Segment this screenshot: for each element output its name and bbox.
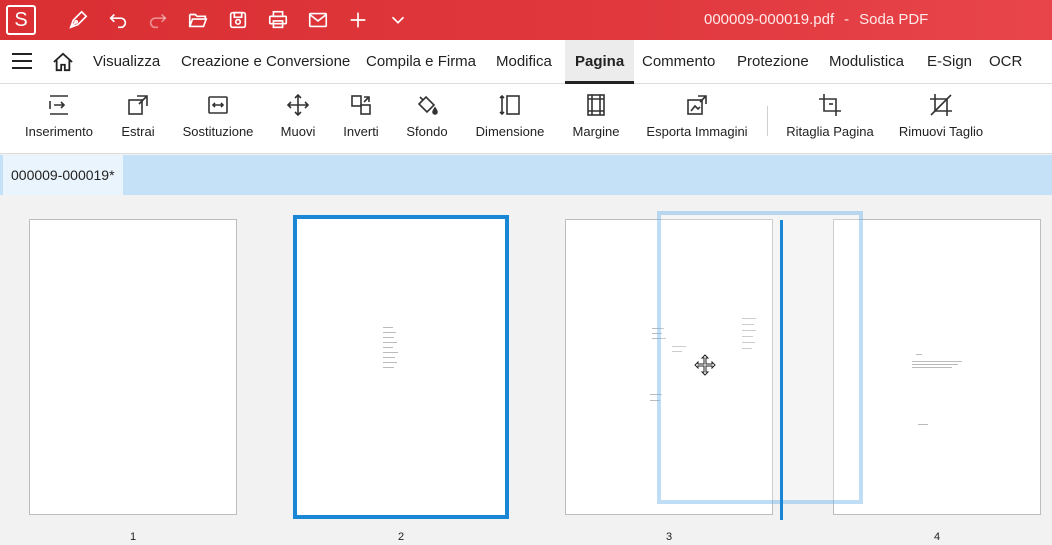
document-name: 000009-000019.pdf <box>704 11 835 28</box>
extract-icon <box>128 95 148 115</box>
insert-button[interactable]: Inserimento <box>22 90 96 150</box>
margin-label: Margine <box>572 124 620 139</box>
remove-crop-icon <box>930 94 952 116</box>
move-cursor-icon <box>694 354 716 376</box>
replace-button[interactable]: Sostituzione <box>180 90 256 150</box>
menu-pagina[interactable]: Pagina <box>565 40 635 84</box>
home-icon[interactable] <box>52 52 74 72</box>
insert-label: Inserimento <box>25 124 93 139</box>
dimension-icon <box>499 94 520 116</box>
menu-creazione-conversione[interactable]: Creazione e Conversione <box>181 40 350 84</box>
page-number: 1 <box>129 531 137 543</box>
save-icon[interactable] <box>225 8 251 32</box>
page-number: 2 <box>397 531 405 543</box>
page-thumbnail-2[interactable] <box>293 215 509 519</box>
margin-icon <box>587 94 605 116</box>
dimension-button[interactable]: Dimensione <box>474 90 546 150</box>
title-separator: - <box>844 11 850 28</box>
app-logo[interactable]: S <box>6 5 36 35</box>
menu-commento[interactable]: Commento <box>642 40 715 84</box>
page-thumbnail-1[interactable] <box>29 219 237 515</box>
menu-modifica[interactable]: Modifica <box>496 40 552 84</box>
window-title: 000009-000019.pdf - Soda PDF <box>704 11 928 28</box>
plus-icon[interactable] <box>345 8 371 32</box>
move-label: Muovi <box>280 124 316 139</box>
menu-e-sign[interactable]: E-Sign <box>927 40 972 84</box>
menu-modulistica[interactable]: Modulistica <box>829 40 904 84</box>
extract-button[interactable]: Estrai <box>118 90 158 150</box>
page-number: 3 <box>665 531 673 543</box>
page-thumbnail-4[interactable] <box>833 219 1041 515</box>
move-button[interactable]: Muovi <box>278 90 318 150</box>
crop-page-label: Ritaglia Pagina <box>786 124 874 139</box>
invert-button[interactable]: Inverti <box>340 90 382 150</box>
ribbon-toolbar: Inserimento Estrai Sostituzione Muovi In… <box>0 84 1052 154</box>
remove-crop-label: Rimuovi Taglio <box>898 124 984 139</box>
export-images-label: Esporta Immagini <box>646 124 748 139</box>
drop-insertion-marker <box>780 220 783 520</box>
export-images-icon <box>687 95 707 115</box>
menu-protezione[interactable]: Protezione <box>737 40 809 84</box>
menu-compila-firma[interactable]: Compila e Firma <box>366 40 476 84</box>
chevron-down-icon[interactable] <box>385 8 411 32</box>
menu-visualizza[interactable]: Visualizza <box>93 40 160 84</box>
background-label: Sfondo <box>406 124 448 139</box>
paint-bucket-icon <box>417 95 438 115</box>
insert-icon <box>49 95 68 115</box>
dimension-label: Dimensione <box>475 124 545 139</box>
invert-icon <box>351 95 371 115</box>
crop-page-button[interactable]: Ritaglia Pagina <box>786 90 874 150</box>
replace-label: Sostituzione <box>182 124 254 139</box>
mail-icon[interactable] <box>305 8 331 32</box>
document-tab[interactable]: 000009-000019* <box>3 155 123 195</box>
page-number: 4 <box>933 531 941 543</box>
crop-icon <box>819 94 841 116</box>
redo-icon[interactable] <box>145 8 171 32</box>
ribbon-separator <box>767 106 768 136</box>
hamburger-menu-icon[interactable] <box>12 53 32 69</box>
app-name: Soda PDF <box>859 11 929 28</box>
margin-button[interactable]: Margine <box>570 90 622 150</box>
title-bar: S 000009-000019.pdf - Soda PDF <box>0 0 1052 40</box>
page-thumbnails-area: 1 2 3 4 <box>0 195 1052 545</box>
pen-icon[interactable] <box>65 8 91 32</box>
background-button[interactable]: Sfondo <box>404 90 450 150</box>
logo-letter: S <box>14 8 28 31</box>
export-images-button[interactable]: Esporta Immagini <box>645 90 749 150</box>
replace-icon <box>208 96 228 114</box>
invert-label: Inverti <box>343 124 379 139</box>
open-folder-icon[interactable] <box>185 8 211 32</box>
menu-ocr[interactable]: OCR <box>989 40 1022 84</box>
remove-crop-button[interactable]: Rimuovi Taglio <box>898 90 984 150</box>
extract-label: Estrai <box>121 124 155 139</box>
drag-ghost-page <box>657 211 863 504</box>
menu-bar: Visualizza Creazione e Conversione Compi… <box>0 40 1052 84</box>
document-tab-strip: 000009-000019* <box>0 155 1052 195</box>
print-icon[interactable] <box>265 8 291 32</box>
undo-icon[interactable] <box>105 8 131 32</box>
move-icon <box>286 93 310 117</box>
